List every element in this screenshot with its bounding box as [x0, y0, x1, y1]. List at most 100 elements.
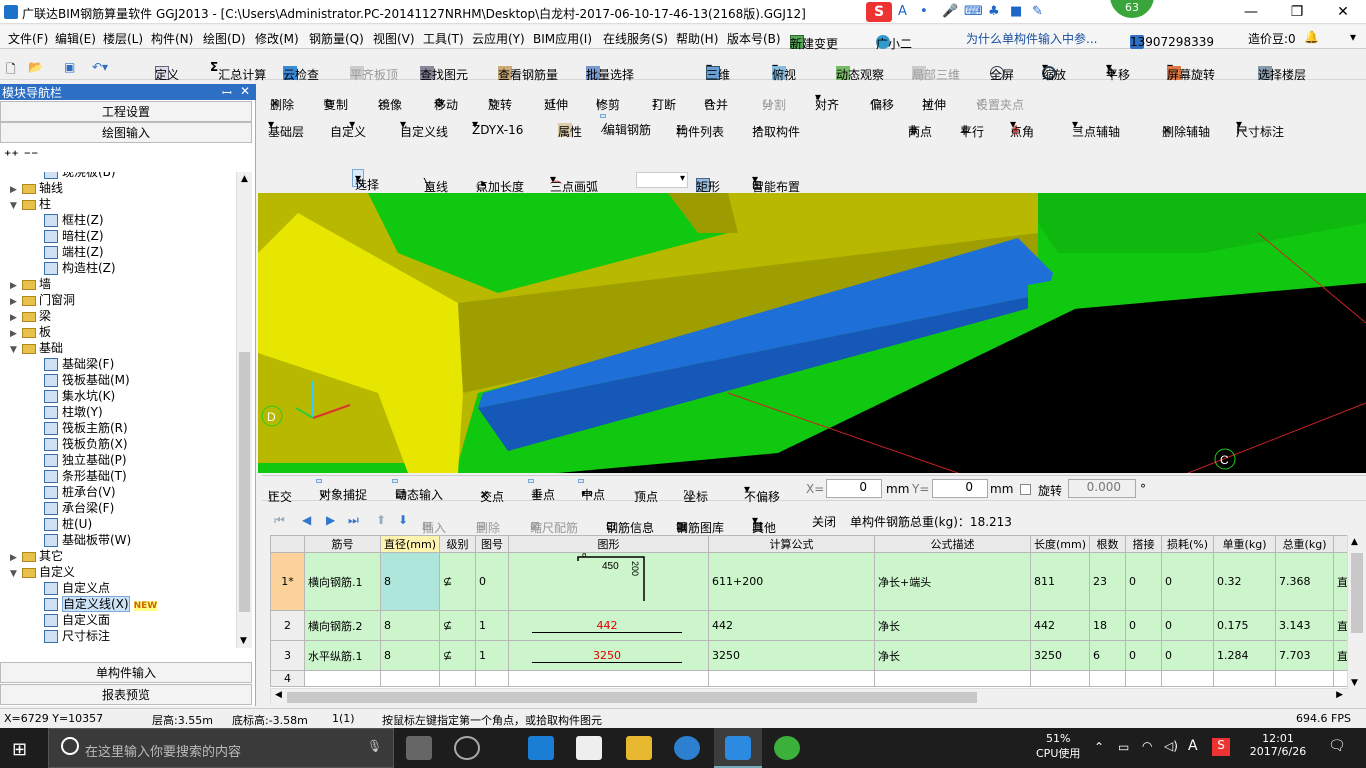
ime-letter-icon[interactable]: A [898, 4, 907, 19]
tree-item[interactable]: 条形基础(T) [44, 468, 127, 484]
grid-scroll-down-icon[interactable]: ▼ [1351, 678, 1358, 688]
table-cell[interactable] [1275, 670, 1335, 687]
table-cell[interactable]: 1 [475, 640, 510, 671]
menu-floor[interactable]: 楼层(L) [103, 30, 143, 47]
column-header[interactable]: 直径(mm) [379, 535, 441, 553]
column-header[interactable]: 长度(mm) [1030, 535, 1091, 553]
table-cell[interactable] [1030, 670, 1091, 687]
3d-viewport[interactable]: D C [258, 193, 1366, 473]
table-cell[interactable]: ⊈ [439, 610, 477, 641]
three-point-axis-button[interactable]: ⊣ 三点辅轴 ▾ [1072, 117, 1120, 139]
move-down-icon[interactable]: ⬇ [398, 513, 408, 527]
tree-item[interactable]: ▶ 其它 [10, 548, 63, 564]
table-cell[interactable]: 净长 [874, 640, 1032, 671]
wifi-icon[interactable]: ◠ [1142, 739, 1152, 753]
column-header[interactable]: 级别 [439, 535, 477, 553]
smart-layout-button[interactable]: ⊞ 智能布置 ▾ [752, 172, 800, 194]
grid-hscroll-thumb[interactable] [287, 692, 977, 703]
drawing-input-button[interactable]: 绘图输入 [0, 122, 252, 143]
menu-version[interactable]: 版本号(B) [727, 30, 781, 47]
last-row-icon[interactable]: ⏭ [348, 513, 359, 528]
menu-file[interactable]: 文件(F) [8, 30, 48, 47]
open-file-icon[interactable]: 📂 [28, 60, 43, 74]
arc-mode-select[interactable]: ▾ [636, 172, 688, 188]
row-index[interactable]: 4 [270, 670, 305, 687]
battery-icon[interactable]: ▭ [1118, 740, 1129, 754]
menu-tools[interactable]: 工具(T) [423, 30, 464, 47]
layer-select[interactable]: 基础层 ▾ [268, 117, 304, 139]
green-app-icon[interactable] [774, 736, 800, 760]
column-header[interactable]: 搭接 [1125, 535, 1163, 553]
minimize-button[interactable]: — [1228, 0, 1274, 24]
tray-expand-icon[interactable]: ⌃ [1094, 740, 1104, 754]
table-cell[interactable]: 0 [1125, 610, 1163, 641]
column-header[interactable]: 根数 [1089, 535, 1127, 553]
column-header[interactable]: 总重(kg) [1275, 535, 1335, 553]
top-view-button[interactable]: 俯视 ▾ [772, 60, 796, 82]
dimension-button[interactable]: ⊢ 尺寸标注 ▾ [1236, 117, 1284, 139]
column-header[interactable]: 计算公式 [708, 535, 876, 553]
menu-view[interactable]: 视图(V) [373, 30, 415, 47]
table-cell[interactable]: 0 [1161, 640, 1215, 671]
menu-rebar-qty[interactable]: 钢筋量(Q) [309, 30, 364, 47]
table-cell[interactable]: 6 [1089, 640, 1127, 671]
table-cell[interactable]: 442 [508, 610, 710, 641]
three-point-arc-button[interactable]: ⌒ 三点画弧 ▾ [550, 172, 598, 194]
menu-draw[interactable]: 绘图(D) [203, 30, 246, 47]
table-cell[interactable]: 8 [379, 552, 441, 611]
tree-item[interactable]: 集水坑(K) [44, 388, 115, 404]
pan-button[interactable]: ✥ 平移 ▾ [1106, 60, 1130, 82]
menu-online[interactable]: 在线服务(S) [603, 30, 668, 47]
tree-item[interactable]: ▶ 轴线 [10, 180, 63, 196]
grid-scroll-up-icon[interactable]: ▲ [1351, 537, 1358, 547]
table-cell[interactable]: 8 [379, 640, 441, 671]
tree-item[interactable]: 尺寸标注 [44, 628, 110, 644]
zoom-button[interactable]: 缩放 ▾ [1042, 60, 1066, 82]
offset-mode-select[interactable]: 不偏移 ▾ [744, 482, 780, 504]
tree-item[interactable]: 自定义线(X) NEW [44, 596, 158, 612]
grid-vscroll-thumb[interactable] [1351, 553, 1363, 633]
undo-icon[interactable]: ↶▾ [92, 60, 108, 74]
table-cell[interactable] [1125, 670, 1163, 687]
task-view-icon[interactable] [406, 736, 432, 760]
bell-icon[interactable]: 🔔 [1304, 30, 1319, 44]
object-snap-button[interactable]: ⊍ 对象捕捉 [316, 479, 367, 502]
single-component-input-button[interactable]: 单构件输入 [0, 662, 252, 683]
prev-row-icon[interactable]: ◀ [302, 513, 311, 527]
column-header[interactable]: 筋号 [304, 535, 381, 553]
table-cell[interactable]: 450 8 200 [508, 550, 710, 611]
table-cell[interactable] [1213, 670, 1277, 687]
grid-vscrollbar[interactable]: ▲ ▼ [1347, 535, 1366, 690]
tree-item[interactable]: ▼ 自定义 [10, 564, 75, 580]
tree-item[interactable]: ▼ 基础 [10, 340, 63, 356]
table-cell[interactable] [379, 670, 441, 687]
move-up-icon[interactable]: ⬆ [376, 513, 386, 527]
menu-bim[interactable]: BIM应用(I) [533, 30, 592, 47]
table-cell[interactable]: 横向钢筋.2 [304, 610, 381, 641]
collapse-icon[interactable]: ▼ [10, 342, 20, 358]
tree-item[interactable]: 桩(U) [44, 516, 92, 532]
report-preview-button[interactable]: 报表预览 [0, 684, 252, 705]
edit-rebar-button[interactable]: ⁄ 编辑钢筋 [600, 114, 651, 137]
scroll-down-icon[interactable]: ▼ [240, 636, 247, 646]
menu-question-link[interactable]: 为什么单构件输入中参... [966, 30, 1097, 47]
keyboard-icon[interactable]: ⌨ [964, 4, 983, 19]
tshirt-icon[interactable]: ■ [1010, 4, 1022, 19]
component-code-select[interactable]: ZDYX-16 ▾ [472, 117, 523, 137]
table-cell[interactable]: ⊈ [439, 552, 477, 611]
tree-item[interactable]: 暗柱(Z) [44, 228, 104, 244]
tree-item[interactable]: 基础梁(F) [44, 356, 114, 372]
table-cell[interactable]: 水平纵筋.1 [304, 640, 381, 671]
taskbar-search-box[interactable]: 在这里输入你要搜索的内容 🎙 [48, 728, 394, 768]
close-grid-button[interactable]: 关闭 [812, 513, 836, 530]
point-angle-button[interactable]: ⋕ 点角 ▾ [1010, 117, 1034, 139]
sogou-ime-icon[interactable]: S [866, 2, 892, 22]
x-input[interactable]: 0 [826, 479, 882, 498]
store-icon[interactable] [576, 736, 602, 760]
tree-item[interactable]: ▶ 梁 [10, 308, 51, 324]
category-select[interactable]: 自定义 ▾ [330, 117, 366, 139]
menu-component[interactable]: 构件(N) [151, 30, 193, 47]
table-row[interactable]: 2 横向钢筋.2 8 ⊈ 1 442 442 净长 442 18 0 0 0.175 3.143 直 [270, 610, 1355, 641]
table-cell[interactable] [508, 670, 710, 687]
table-cell[interactable] [304, 670, 381, 687]
